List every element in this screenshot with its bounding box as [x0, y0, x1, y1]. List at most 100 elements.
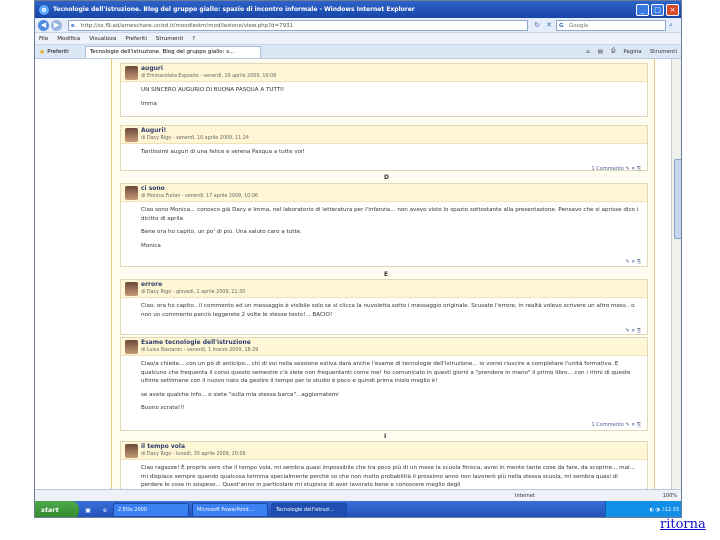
vertical-scrollbar[interactable]: [671, 59, 681, 489]
favorites-button[interactable]: Preferiti: [47, 49, 69, 55]
comment-link[interactable]: 1 Commento: [592, 166, 624, 172]
taskbar-item-active[interactable]: Tecnologie dell'istruzi...: [271, 503, 347, 517]
avatar: [125, 282, 138, 296]
post-header: Auguri! di Dacy Rigo - venerdì, 10 april…: [121, 126, 647, 144]
favorites-star-icon[interactable]: ★: [39, 48, 45, 56]
print-icon[interactable]: ⎙: [611, 48, 615, 55]
scrollbar-thumb[interactable]: [674, 159, 681, 239]
menu-tools[interactable]: Strumenti: [156, 36, 183, 42]
maximize-button[interactable]: □: [651, 3, 664, 16]
post-author[interactable]: di Dacy Rigo - giovedì, 2 aprile 2009, 2…: [141, 290, 245, 295]
post-tools-icon[interactable]: ✎ ✕ ⎘: [625, 166, 641, 172]
blog-post: Auguri! di Dacy Rigo - venerdì, 10 april…: [120, 125, 648, 174]
tab-active-page[interactable]: Tecnologie dell'istruzione. Blog del gru…: [84, 45, 261, 58]
avatar: [125, 340, 138, 354]
forward-button[interactable]: ▶: [51, 19, 62, 31]
post-header: ci sono di Monica Furlan - venerdì, 17 a…: [121, 184, 647, 202]
browser-screenshot: e Tecnologie dell'istruzione. Blog del g…: [34, 0, 682, 518]
security-zone: Internet: [515, 492, 535, 499]
avatar: [125, 128, 138, 142]
post-footer: ✎ ✕ ⎘: [121, 257, 647, 267]
post-body: Tantissimi auguri di una felice e serena…: [121, 144, 647, 164]
post-tools-icon[interactable]: ✎ ✕ ⎘: [625, 422, 641, 428]
post-header: il tempo vola di Dacy Rigo - lunedì, 30 …: [121, 442, 647, 460]
zoom-level[interactable]: 100%: [663, 493, 677, 499]
blog-post: auguri di Emmacolata Esposito - venerdì,…: [120, 63, 648, 117]
post-author[interactable]: di Emmacolata Esposito - venerdì, 10 apr…: [141, 74, 276, 79]
post-paragraph: Tantissimi auguri di una felice e serena…: [141, 149, 305, 155]
post-footer: 1 Commento ✎ ✕ ⎘: [121, 164, 647, 174]
menu-favorites[interactable]: Preferiti: [125, 36, 147, 42]
blog-post: ci sono di Monica Furlan - venerdì, 17 a…: [120, 183, 648, 267]
menu-bar: File Modifica Visualizza Preferiti Strum…: [35, 33, 681, 45]
post-paragraph: Ciao ragazze! È proprio vero che il temp…: [141, 465, 635, 488]
post-author[interactable]: di Dacy Rigo - venerdì, 10 aprile 2009, …: [141, 136, 249, 141]
post-tools-icon[interactable]: ✎ ✕ ⎘: [625, 328, 641, 334]
post-body: UN SINCERO AUGURIO DI BUONA PASQUA A TUT…: [121, 82, 647, 115]
stop-icon[interactable]: ✕: [544, 20, 554, 30]
post-body: Ciao, ora ho capito.. il commento ed un …: [121, 298, 647, 326]
home-icon[interactable]: ⌂: [586, 49, 590, 55]
comment-link[interactable]: 1 Commento: [592, 422, 624, 428]
post-subject: il tempo vola: [141, 443, 186, 450]
post-paragraph: Ciao sono Monica... conosco già Dacy e I…: [141, 207, 639, 222]
post-subject: errore: [141, 281, 163, 288]
close-button[interactable]: ×: [666, 3, 679, 16]
post-body: Ciao/a chiede....con un pò di anticipo..…: [121, 356, 647, 420]
post-paragraph: Buono scrata!!!: [141, 405, 185, 411]
post-footer: 1 Commento ✎ ✕ ⎘: [121, 420, 647, 430]
desktop-icon[interactable]: ▣: [85, 507, 91, 514]
post-author[interactable]: di Monica Furlan - venerdì, 17 aprile 20…: [141, 194, 258, 199]
post-author[interactable]: di Luisa Bastaron - venerdì, 1 marzo 200…: [141, 348, 258, 353]
tray-icons[interactable]: ◐ ◑ ♪: [650, 507, 665, 513]
post-subject: ci sono: [141, 185, 165, 192]
page-menu[interactable]: Pagina: [623, 49, 641, 55]
post-body: Ciao sono Monica... conosco già Dacy e I…: [121, 202, 647, 257]
tools-menu[interactable]: Strumenti: [650, 49, 677, 55]
blog-post: Esame tecnologie dell'istruzione di Luis…: [120, 337, 648, 431]
ritorna-link[interactable]: ritorna: [660, 517, 706, 532]
date-separator: D: [384, 174, 389, 181]
post-body: Ciao ragazze! È proprio vero che il temp…: [121, 460, 647, 489]
post-subject: Auguri!: [141, 127, 167, 134]
post-paragraph: UN SINCERO AUGURIO DI BUONA PASQUA A TUT…: [141, 87, 285, 93]
start-button[interactable]: start: [35, 501, 79, 517]
search-icon[interactable]: ⌕: [666, 20, 676, 30]
browser-icon[interactable]: e: [103, 507, 107, 514]
post-paragraph: Monica: [141, 242, 161, 249]
menu-help[interactable]: ?: [192, 36, 195, 42]
post-paragraph: Ciao/a chiede....con un pò di anticipo..…: [141, 361, 631, 384]
minimize-button[interactable]: _: [636, 3, 649, 16]
post-header: errore di Dacy Rigo - giovedì, 2 aprile …: [121, 280, 647, 298]
avatar: [125, 444, 138, 458]
post-footer: ✎ ✕ ⎘: [121, 326, 647, 336]
blog-container: auguri di Emmacolata Esposito - venerdì,…: [111, 59, 655, 489]
menu-file[interactable]: File: [39, 36, 48, 42]
blog-post: il tempo vola di Dacy Rigo - lunedì, 30 …: [120, 441, 648, 489]
windows-taskbar: start ▣ e 2 Ellis 2000 Microsoft PowerPo…: [35, 501, 681, 517]
quick-launch: ▣ e: [79, 507, 113, 514]
window-title: Tecnologie dell'istruzione. Blog del gru…: [53, 6, 415, 13]
page-content: auguri di Emmacolata Esposito - venerdì,…: [35, 59, 681, 489]
post-tools-icon[interactable]: ✎ ✕ ⎘: [625, 259, 641, 265]
back-button[interactable]: ◀: [38, 19, 49, 31]
refresh-icon[interactable]: ↻: [532, 20, 542, 30]
taskbar-item[interactable]: Microsoft PowerPoint...: [192, 503, 268, 517]
internet-explorer-icon: e: [39, 4, 49, 15]
post-paragraph: Imma: [141, 100, 157, 107]
menu-edit[interactable]: Modifica: [57, 36, 80, 42]
search-input[interactable]: Google: [556, 19, 666, 31]
date-separator: I: [384, 433, 387, 440]
feeds-icon[interactable]: ▤: [598, 49, 603, 55]
post-author[interactable]: di Dacy Rigo - lunedì, 30 aprile 2009, 2…: [141, 452, 246, 457]
clock: 12.33: [664, 507, 679, 513]
tab-bar: ★ Preferiti Tecnologie dell'istruzione. …: [35, 45, 681, 59]
window-titlebar: e Tecnologie dell'istruzione. Blog del g…: [35, 1, 681, 18]
menu-view[interactable]: Visualizza: [89, 36, 116, 42]
taskbar-item[interactable]: 2 Ellis 2000: [113, 503, 189, 517]
post-paragraph: se avete qualche info... o siete "sulla …: [141, 391, 339, 398]
post-header: Esame tecnologie dell'istruzione di Luis…: [121, 338, 647, 356]
avatar: [125, 66, 138, 80]
address-input[interactable]: http://ss.f9.ad/ameschare.unisd.it/moodl…: [68, 19, 528, 31]
avatar: [125, 186, 138, 200]
